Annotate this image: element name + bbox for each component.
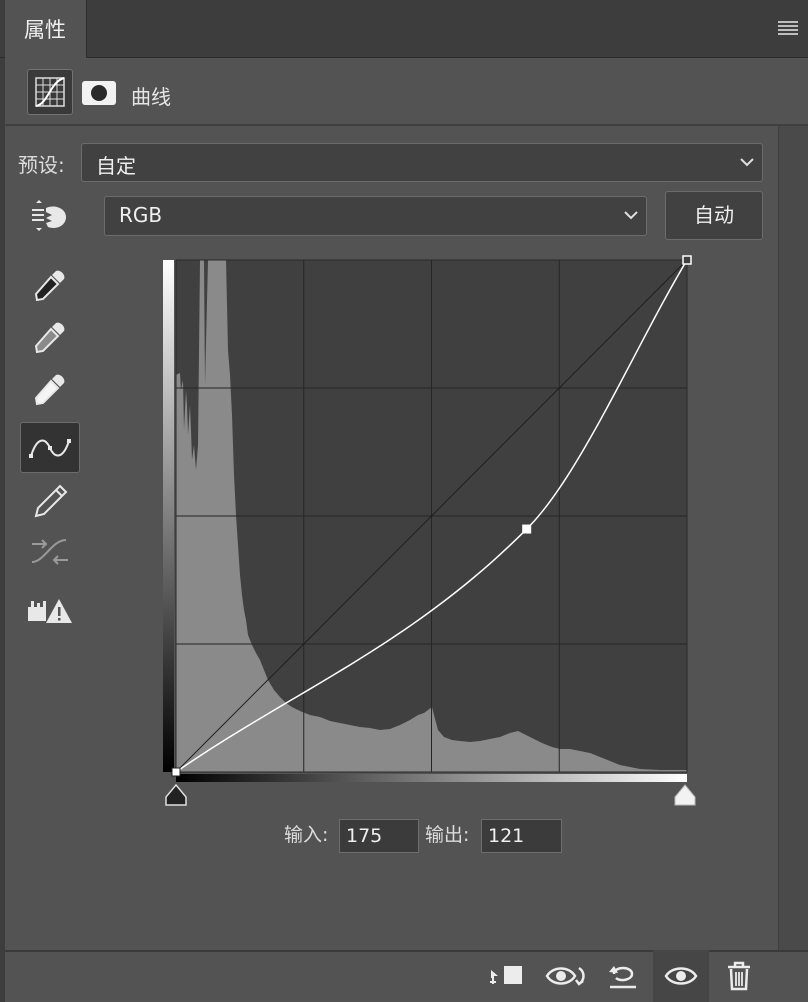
output-gradient-bar xyxy=(163,260,174,772)
view-previous-state-icon[interactable] xyxy=(545,962,587,990)
clip-to-layer-icon[interactable] xyxy=(488,962,526,990)
gray-point-eyedropper-icon[interactable] xyxy=(32,319,68,355)
curve-point-white[interactable] xyxy=(682,255,692,265)
tab-properties[interactable]: 属性 xyxy=(5,0,87,58)
chevron-down-icon xyxy=(624,211,638,220)
black-point-slider[interactable] xyxy=(165,783,187,806)
white-point-eyedropper-icon[interactable] xyxy=(32,371,68,407)
chevron-down-icon xyxy=(740,158,754,167)
auto-button[interactable]: 自动 xyxy=(665,191,763,240)
layer-mask-icon[interactable] xyxy=(82,81,116,105)
reset-icon[interactable] xyxy=(606,960,640,990)
input-label: 输入: xyxy=(284,824,329,846)
smooth-curve-icon[interactable] xyxy=(28,534,72,570)
clipping-warning-icon[interactable] xyxy=(26,595,74,627)
header-divider xyxy=(5,124,808,126)
input-gradient-bar xyxy=(176,774,687,782)
left-edge xyxy=(0,58,5,1002)
curves-icon xyxy=(35,77,65,107)
visibility-icon[interactable] xyxy=(664,962,698,990)
hand-target-icon[interactable] xyxy=(28,200,72,236)
delete-icon[interactable] xyxy=(725,960,753,992)
tab-properties-label: 属性 xyxy=(24,18,66,42)
output-field[interactable]: 121 xyxy=(481,819,562,853)
output-label: 输出: xyxy=(425,824,470,846)
pencil-icon[interactable] xyxy=(32,482,70,520)
channel-select[interactable]: RGB xyxy=(104,196,647,236)
right-gutter xyxy=(778,126,808,950)
curve-point-selected[interactable] xyxy=(522,524,532,534)
channel-value: RGB xyxy=(119,203,163,227)
input-field[interactable]: 175 xyxy=(339,819,419,853)
curves-graph[interactable] xyxy=(160,255,700,811)
curve-point-black[interactable] xyxy=(171,767,181,777)
black-point-eyedropper-icon[interactable] xyxy=(32,267,68,303)
preset-select[interactable]: 自定 xyxy=(81,143,763,182)
preset-value: 自定 xyxy=(96,154,136,178)
preset-label: 预设: xyxy=(18,153,65,177)
adjustment-title: 曲线 xyxy=(131,85,171,109)
white-point-slider[interactable] xyxy=(674,784,696,806)
curve-points-icon xyxy=(29,439,71,458)
panel-menu-icon[interactable] xyxy=(778,21,798,35)
curve-points-tool-button[interactable] xyxy=(20,422,80,473)
panel-tab-bar: 属性 xyxy=(0,0,808,58)
curves-adjustment-button[interactable] xyxy=(27,69,73,115)
